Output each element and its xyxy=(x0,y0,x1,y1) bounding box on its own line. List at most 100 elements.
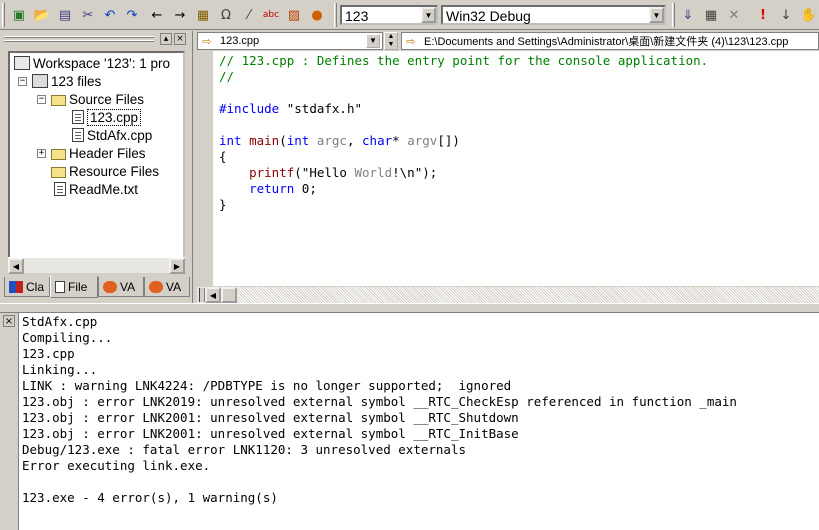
tab-va-1[interactable]: VA xyxy=(98,277,144,297)
toolbar-grip[interactable] xyxy=(334,3,337,27)
tree-item-resource-files[interactable]: Resource Files xyxy=(51,162,159,180)
code-line: { xyxy=(219,149,227,164)
tree-item-123-cpp[interactable]: 123.cpp xyxy=(72,108,142,126)
tree-item-header-files[interactable]: Header Files xyxy=(51,144,146,162)
code-editor[interactable]: // 123.cpp : Defines the entry point for… xyxy=(213,51,819,286)
editor-horizontal-scrollbar[interactable]: ◀ xyxy=(197,286,819,303)
output-text[interactable]: StdAfx.cpp Compiling... 123.cpp Linking.… xyxy=(18,313,819,530)
output-line: Linking... xyxy=(22,362,98,377)
chevron-down-icon[interactable]: ▼ xyxy=(421,7,436,23)
breakpoint-icon[interactable]: ✋ xyxy=(798,4,819,26)
visual-assist-icon xyxy=(149,280,163,293)
spell-icon[interactable]: abc xyxy=(260,4,282,26)
redo-icon[interactable]: ↷ xyxy=(121,4,143,26)
code-line: #include "stdafx.h" xyxy=(219,101,362,117)
undo-icon[interactable]: ↶ xyxy=(99,4,121,26)
tree-item-label: 123.cpp xyxy=(87,108,142,126)
build-all-icon[interactable]: ▦ xyxy=(700,4,722,26)
bookmark-icon[interactable]: ▨ xyxy=(283,4,305,26)
chevron-down-icon[interactable]: ▼ xyxy=(649,7,664,23)
code-line: // 123.cpp : Defines the entry point for… xyxy=(219,53,709,68)
code-line: return 0; xyxy=(249,181,317,196)
file-combo[interactable]: ⇨ 123.cpp ▼ xyxy=(197,32,383,50)
chevron-down-icon[interactable]: ▼ xyxy=(366,34,380,48)
workspace-icon[interactable]: ▦ xyxy=(192,4,214,26)
output-line: 123.obj : error LNK2001: unresolved exte… xyxy=(22,426,519,441)
output-line: Compiling... xyxy=(22,330,113,345)
folder-icon xyxy=(51,148,66,160)
scroll-thumb[interactable] xyxy=(221,287,237,303)
output-line: Error executing link.exe. xyxy=(22,458,211,473)
workspace-panel: ▴ × Workspace '123': 1 pro − 123 files −… xyxy=(0,31,193,303)
output-line: 123.cpp xyxy=(22,346,75,361)
toolbar-grip[interactable] xyxy=(672,3,675,27)
project-combo[interactable]: 123 ▼ xyxy=(340,5,438,25)
tree-item-readme[interactable]: ReadMe.txt xyxy=(54,180,138,198)
project-icon xyxy=(32,74,48,88)
file-tree: Workspace '123': 1 pro − 123 files − Sou… xyxy=(8,51,185,273)
function-token: main xyxy=(249,133,280,148)
editor-gutter[interactable] xyxy=(197,51,213,286)
visual-assist-icon xyxy=(103,280,117,293)
tab-label: File xyxy=(68,279,88,294)
compile-icon[interactable]: ⇓ xyxy=(677,4,699,26)
config-combo[interactable]: Win32 Debug ▼ xyxy=(441,5,666,25)
tree-item-stdafx-cpp[interactable]: StdAfx.cpp xyxy=(72,126,152,144)
output-line: 123.obj : error LNK2019: unresolved exte… xyxy=(22,394,737,409)
close-icon[interactable]: × xyxy=(3,315,15,327)
wizard-icon[interactable]: ⁄ xyxy=(238,4,260,26)
scroll-left-icon[interactable]: ◀ xyxy=(8,258,24,274)
tab-label: Cla xyxy=(26,279,45,294)
arrow-right-icon: ⇨ xyxy=(406,35,416,48)
close-icon[interactable]: × xyxy=(174,33,186,45)
function-token: printf xyxy=(249,165,295,180)
cpp-file-icon xyxy=(72,110,84,124)
folder-icon xyxy=(51,166,66,178)
tree-horizontal-scrollbar[interactable]: ◀ ▶ xyxy=(8,257,185,274)
scroll-left-icon[interactable]: ◀ xyxy=(205,287,221,303)
execute-icon[interactable]: ! xyxy=(752,4,774,26)
run-icon[interactable]: ↓ xyxy=(775,4,797,26)
file-combo-value: 123.cpp xyxy=(220,35,260,47)
expand-icon[interactable]: + xyxy=(37,149,46,158)
toolbar: ▣ 📂 ▤ ✂ ↶ ↷ ← → ▦ Ω ⁄ abc ▨ ● 123 ▼ Win3… xyxy=(0,0,819,30)
maximize-icon[interactable]: ▴ xyxy=(160,33,172,45)
param-token: World xyxy=(354,165,393,180)
output-icon[interactable]: Ω xyxy=(215,4,237,26)
tree-item-project[interactable]: 123 files xyxy=(32,72,101,90)
open-icon[interactable]: 📂 xyxy=(31,4,53,26)
panel-grip[interactable] xyxy=(4,40,154,42)
forward-icon[interactable]: → xyxy=(169,4,191,26)
panel-grip[interactable] xyxy=(4,36,154,38)
output-splitter[interactable] xyxy=(0,303,819,313)
tab-classview[interactable]: Cla xyxy=(4,277,50,297)
output-line: LINK : warning LNK4224: /PDBTYPE is no l… xyxy=(22,378,512,393)
collapse-icon[interactable]: − xyxy=(18,77,27,86)
file-path: E:\Documents and Settings\Administrator\… xyxy=(424,36,789,48)
keyword-token: int xyxy=(219,133,242,148)
tab-va-2[interactable]: VA xyxy=(144,277,190,297)
new-text-file-icon[interactable]: ▣ xyxy=(8,4,30,26)
stop-build-icon[interactable]: ✕ xyxy=(723,4,745,26)
output-panel: × StdAfx.cpp Compiling... 123.cpp Linkin… xyxy=(0,313,819,530)
back-icon[interactable]: ← xyxy=(146,4,168,26)
param-token: argv xyxy=(407,133,438,148)
tree-item-source-files[interactable]: Source Files xyxy=(51,90,144,108)
output-line: Debug/123.exe : fatal error LNK1120: 3 u… xyxy=(22,442,467,457)
save-icon[interactable]: ▤ xyxy=(54,4,76,26)
spin-icon[interactable]: ▲ ▼ xyxy=(384,32,398,50)
tab-fileview[interactable]: File xyxy=(50,276,98,298)
cpp-file-icon xyxy=(72,128,84,142)
tree-item-label: Header Files xyxy=(69,145,146,161)
scroll-right-icon[interactable]: ▶ xyxy=(169,258,185,274)
file-path-combo[interactable]: ⇨ E:\Documents and Settings\Administrato… xyxy=(401,32,819,50)
tree-item-workspace[interactable]: Workspace '123': 1 pro xyxy=(14,54,170,72)
text-file-icon xyxy=(54,182,66,196)
tree-item-label: Workspace '123': 1 pro xyxy=(33,55,170,71)
save-all-icon[interactable]: ✂ xyxy=(77,4,99,26)
build-icon[interactable]: ● xyxy=(306,4,328,26)
toolbar-grip[interactable] xyxy=(2,3,5,27)
collapse-icon[interactable]: − xyxy=(37,95,46,104)
tree-item-label: StdAfx.cpp xyxy=(87,127,153,143)
classview-icon xyxy=(9,280,23,293)
